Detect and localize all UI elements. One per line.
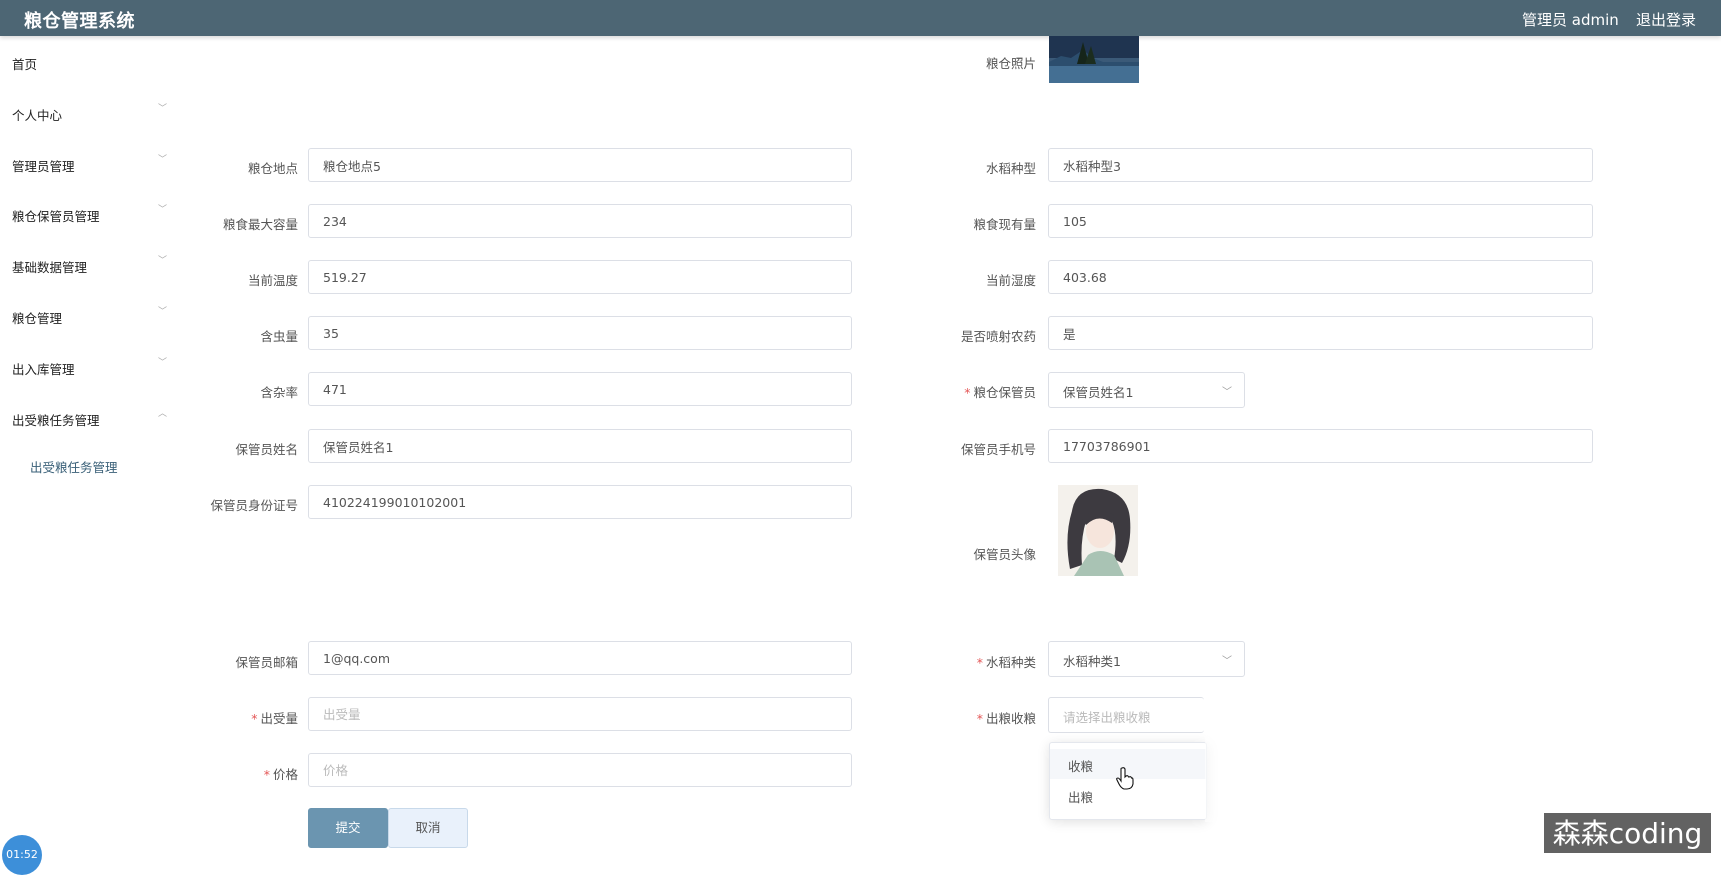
quantity-input[interactable] [308, 697, 852, 731]
chevron-down-icon: ﹀ [158, 104, 168, 114]
required-marker: * [976, 655, 983, 670]
keeper-id-label: 保管员身份证号 [210, 498, 298, 513]
rice-type-input[interactable] [1048, 148, 1593, 182]
temperature-label: 当前温度 [247, 273, 298, 288]
chevron-down-icon: ﹀ [158, 155, 168, 165]
cancel-button[interactable]: 取消 [388, 808, 468, 848]
granary-photo-label: 粮仓照片 [985, 56, 1036, 71]
sidebar-item-label: 首页 [12, 57, 38, 72]
location-input[interactable] [308, 148, 852, 182]
chevron-down-icon: ﹀ [158, 205, 168, 215]
sidebar-item-label: 粮仓管理 [12, 311, 63, 326]
current-amount-input[interactable] [1048, 204, 1593, 238]
chevron-down-icon: ﹀ [1222, 387, 1232, 398]
chevron-down-icon: ﹀ [1222, 656, 1232, 667]
pesticide-label: 是否喷射农药 [960, 329, 1036, 344]
keeper-select-value: 保管员姓名1 [1063, 385, 1134, 400]
current-user: 管理员 admin [1522, 11, 1619, 29]
app-title: 粮仓管理系统 [24, 11, 135, 32]
keeper-select-label: * 粮仓保管员 [964, 385, 1036, 400]
submit-button[interactable]: 提交 [308, 808, 388, 848]
quantity-label: * 出受量 [251, 711, 298, 726]
impurity-label: 含杂率 [260, 385, 298, 400]
keeper-avatar-label: 保管员头像 [973, 547, 1036, 562]
sidebar-item-label: 出入库管理 [12, 362, 75, 377]
chevron-down-icon: ﹀ [158, 307, 168, 317]
inout-select-placeholder: 请选择出粮收粮 [1063, 710, 1151, 725]
price-label: * 价格 [263, 767, 298, 782]
insect-label: 含虫量 [260, 329, 298, 344]
inout-select[interactable]: 请选择出粮收粮 [1048, 697, 1204, 733]
keeper-email-label: 保管员邮箱 [235, 655, 298, 670]
sidebar-item-label: 基础数据管理 [12, 260, 88, 275]
current-amount-label: 粮食现有量 [973, 217, 1036, 232]
top-bar: 粮仓管理系统 管理员 admin 退出登录 [0, 0, 1721, 36]
sidebar-item-inout-manage[interactable]: 出入库管理 ﹀ [12, 358, 167, 378]
max-capacity-label: 粮食最大容量 [222, 217, 298, 232]
sidebar-item-home[interactable]: 首页 [12, 54, 157, 73]
sidebar-item-task-manage[interactable]: 出受粮任务管理 ︿ [12, 409, 167, 429]
insect-input[interactable] [308, 316, 852, 350]
sidebar-item-personal-center[interactable]: 个人中心 ﹀ [12, 104, 167, 124]
max-capacity-input[interactable] [308, 204, 852, 238]
keeper-phone-label: 保管员手机号 [960, 442, 1036, 457]
sidebar-item-basic-data[interactable]: 基础数据管理 ﹀ [12, 256, 167, 276]
inout-label: * 出粮收粮 [976, 711, 1036, 726]
keeper-phone-input[interactable] [1048, 429, 1593, 463]
required-marker: * [964, 385, 971, 400]
impurity-input[interactable] [308, 372, 852, 406]
price-input[interactable] [308, 753, 852, 787]
rice-kind-select-value: 水稻种类1 [1063, 654, 1121, 669]
sidebar-item-label: 管理员管理 [12, 159, 75, 174]
required-marker: * [976, 711, 983, 726]
sidebar-item-granary-manage[interactable]: 粮仓管理 ﹀ [12, 307, 167, 327]
chevron-up-icon: ︿ [158, 409, 168, 419]
chevron-down-icon: ﹀ [158, 358, 168, 368]
dropdown-fade [1205, 690, 1245, 822]
sidebar-subitem-task-manage[interactable]: 出受粮任务管理 [30, 457, 118, 476]
recording-timer: 01:52 [2, 835, 42, 875]
keeper-id-input[interactable] [308, 485, 852, 519]
humidity-label: 当前湿度 [985, 273, 1036, 288]
rice-type-label: 水稻种型 [985, 161, 1036, 176]
sidebar-item-keeper-manage[interactable]: 粮仓保管员管理 ﹀ [12, 205, 167, 225]
watermark: 森森coding [1544, 813, 1711, 853]
chevron-down-icon: ﹀ [158, 256, 168, 266]
keeper-select[interactable]: 保管员姓名1 ﹀ [1048, 372, 1245, 408]
humidity-input[interactable] [1048, 260, 1593, 294]
temperature-input[interactable] [308, 260, 852, 294]
hand-cursor-icon [1116, 767, 1134, 790]
required-marker: * [263, 767, 270, 782]
keeper-name-input[interactable] [308, 429, 852, 463]
rice-kind-select[interactable]: 水稻种类1 ﹀ [1048, 641, 1245, 677]
sidebar-item-admin-manage[interactable]: 管理员管理 ﹀ [12, 155, 167, 175]
required-marker: * [251, 711, 258, 726]
granary-photo[interactable] [1049, 36, 1139, 83]
keeper-email-input[interactable] [308, 641, 852, 675]
keeper-name-label: 保管员姓名 [235, 442, 298, 457]
pesticide-input[interactable] [1048, 316, 1593, 350]
sidebar-item-label: 出受粮任务管理 [12, 413, 100, 428]
keeper-avatar[interactable] [1058, 485, 1138, 576]
rice-kind-label: * 水稻种类 [976, 655, 1036, 670]
sidebar: 首页 个人中心 ﹀ 管理员管理 ﹀ 粮仓保管员管理 ﹀ 基础数据管理 ﹀ 粮仓管理 ﹀ 出… [0, 36, 167, 868]
sidebar-item-label: 个人中心 [12, 108, 63, 123]
location-label: 粮仓地点 [247, 161, 298, 176]
sidebar-item-label: 粮仓保管员管理 [12, 209, 100, 224]
logout-link[interactable]: 退出登录 [1636, 9, 1696, 30]
